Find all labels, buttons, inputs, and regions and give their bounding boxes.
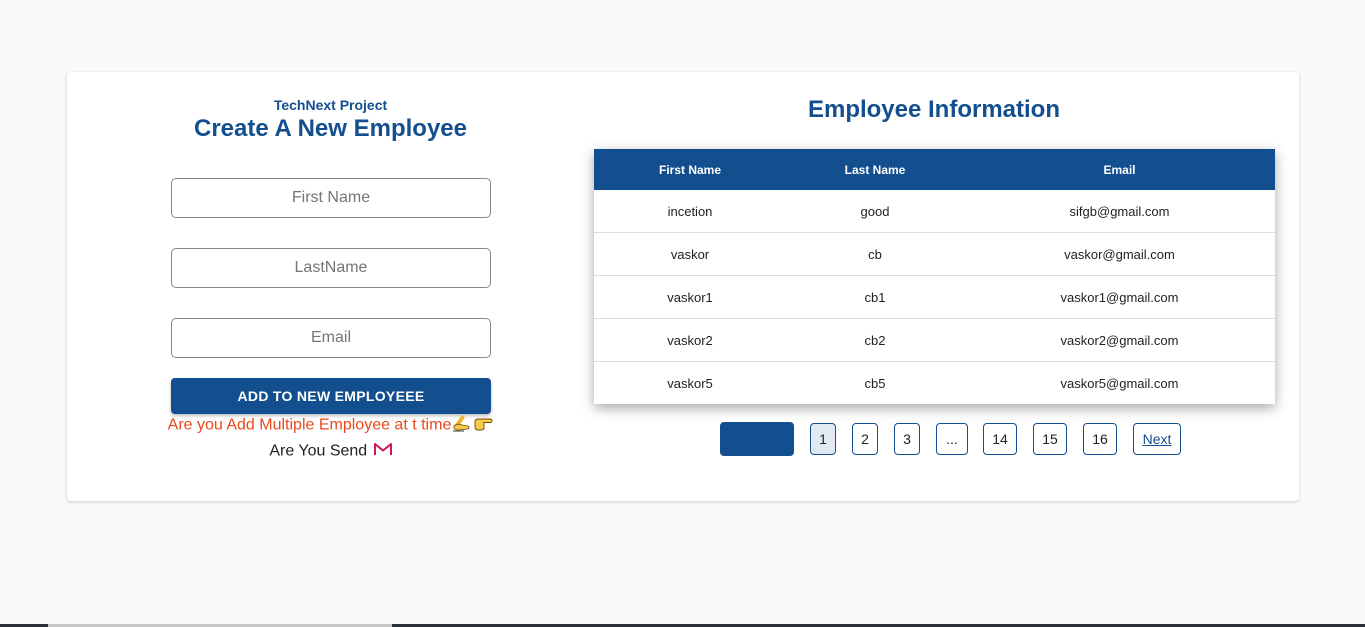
column-header-email: Email [964, 149, 1275, 190]
cell-last-name: cb5 [786, 361, 964, 404]
table-row: incetion good sifgb@gmail.com [594, 190, 1275, 233]
add-employee-button[interactable]: ADD TO NEW EMPLOYEEE [171, 378, 491, 414]
cell-first-name: incetion [667, 203, 713, 219]
writing-hand-icon [452, 414, 472, 437]
employee-table: First Name Last Name Email incetion good… [594, 149, 1275, 404]
page-button-2[interactable]: 2 [852, 423, 878, 455]
cell-email: vaskor@gmail.com [964, 232, 1275, 276]
column-header-first-name: First Name [594, 149, 786, 190]
cell-email: vaskor5@gmail.com [964, 361, 1275, 404]
cell-last-name: good [860, 203, 890, 219]
cell-first-name: vaskor5 [594, 361, 786, 404]
cell-last-name: cb1 [786, 275, 964, 319]
table-row: vaskor2 cb2 vaskor2@gmail.com [594, 318, 1275, 362]
column-header-last-name: Last Name [786, 149, 964, 190]
page-ellipsis[interactable]: ... [936, 423, 968, 455]
next-page-button[interactable]: Next [1133, 423, 1181, 455]
last-name-input[interactable] [171, 248, 491, 288]
cell-email: sifgb@gmail.com [1069, 203, 1170, 219]
table-row: vaskor cb vaskor@gmail.com [594, 232, 1275, 276]
cell-email: vaskor1@gmail.com [964, 275, 1275, 319]
table-row: vaskor1 cb1 vaskor1@gmail.com [594, 275, 1275, 319]
first-name-input[interactable] [171, 178, 491, 218]
form-title: Create A New Employee [194, 115, 467, 142]
page-button-16[interactable]: 16 [1083, 423, 1117, 455]
cell-last-name: cb [786, 232, 964, 276]
add-multiple-link[interactable]: Are you Add Multiple Employee at t time [67, 414, 594, 437]
gmail-icon [373, 442, 392, 461]
cell-last-name: cb2 [786, 318, 964, 362]
cell-first-name: vaskor2 [594, 318, 786, 362]
page-button-3[interactable]: 3 [894, 423, 920, 455]
pointing-hand-icon [473, 414, 493, 437]
page-button-14[interactable]: 14 [983, 423, 1017, 455]
table-header-row: First Name Last Name Email [594, 149, 1275, 190]
email-input[interactable] [171, 318, 491, 358]
cell-first-name: vaskor [594, 232, 786, 276]
table-title: Employee Information [807, 96, 1061, 123]
table-row: vaskor5 cb5 vaskor5@gmail.com [594, 361, 1275, 404]
page-button-15[interactable]: 15 [1033, 423, 1067, 455]
main-card: TechNext Project Create A New Employee A… [67, 72, 1299, 501]
add-multiple-link-text: Are you Add Multiple Employee at t time [167, 416, 452, 434]
previous-page-button[interactable] [720, 422, 794, 456]
cell-email: vaskor2@gmail.com [964, 318, 1275, 362]
send-email-link[interactable]: Are You Send [67, 442, 594, 461]
send-email-link-text: Are You Send [269, 442, 368, 460]
project-label: TechNext Project [273, 97, 388, 113]
page-button-1[interactable]: 1 [810, 423, 836, 455]
cell-first-name: vaskor1 [594, 275, 786, 319]
